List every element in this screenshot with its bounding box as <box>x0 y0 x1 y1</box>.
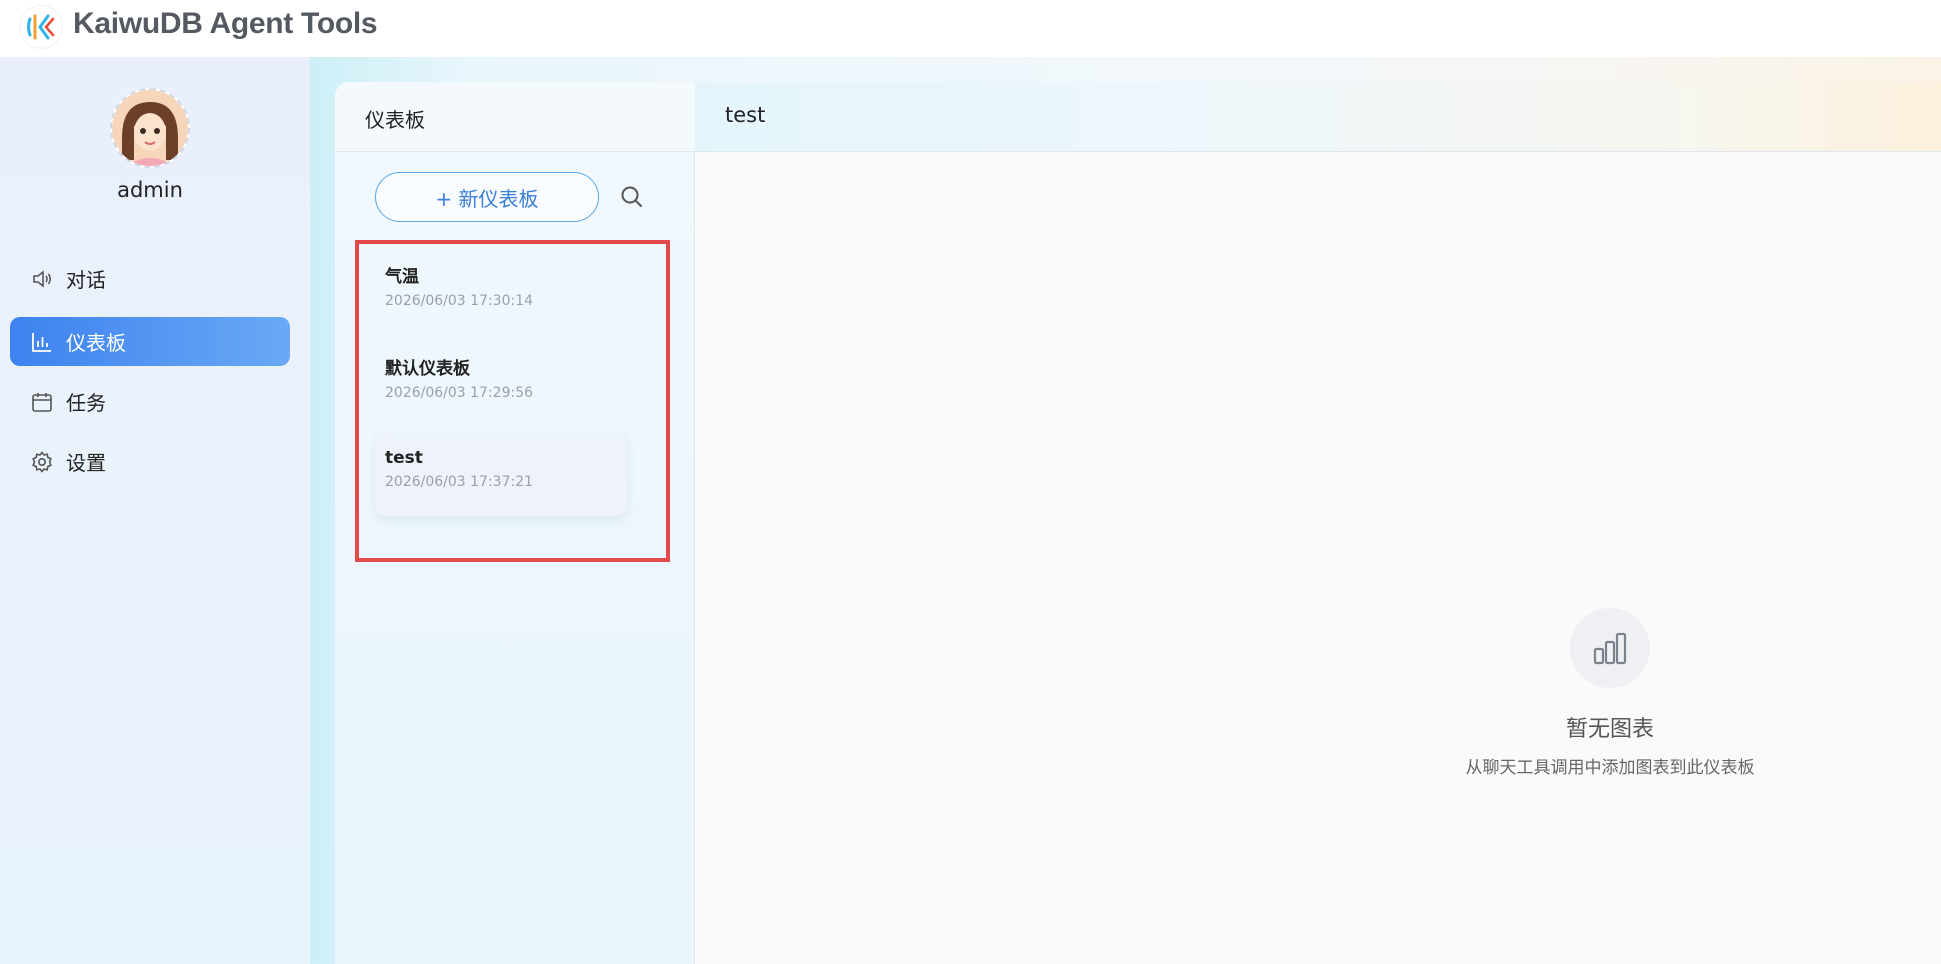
dashboard-name: 默认仪表板 <box>385 359 470 379</box>
dashboard-list-item[interactable]: 气温 2026/06/03 17:30:14 <box>375 248 627 330</box>
avatar[interactable] <box>110 88 190 168</box>
dashboard-list-title: 仪表板 <box>365 108 425 132</box>
sidebar-item-label: 对话 <box>66 268 106 292</box>
top-bar: KaiwuDB Agent Tools <box>0 0 1941 57</box>
dashboard-title: test <box>725 103 766 127</box>
dashboard-time: 2026/06/03 17:29:56 <box>385 385 534 401</box>
sidebar-item-label: 设置 <box>66 451 106 475</box>
bar-chart-icon <box>30 330 54 354</box>
dashboard-list-panel: 仪表板 + 新仪表板 气温 2026/06/03 17:30:14 默认仪表板 … <box>335 82 695 964</box>
sidebar-item-chat[interactable]: 对话 <box>10 254 290 303</box>
gear-icon <box>30 450 54 474</box>
sidebar-item-tasks[interactable]: 任务 <box>10 377 290 426</box>
speaker-icon <box>30 267 54 291</box>
search-icon[interactable] <box>618 183 646 211</box>
empty-state-subtitle: 从聊天工具调用中添加图表到此仪表板 <box>1465 758 1755 778</box>
username: admin <box>117 178 183 202</box>
dashboard-name: test <box>385 448 423 468</box>
dashboard-name: 气温 <box>385 267 419 287</box>
dashboard-list-item-selected[interactable]: test 2026/06/03 17:37:21 <box>375 434 627 516</box>
app-title: KaiwuDB Agent Tools <box>73 7 378 40</box>
sidebar: admin 对话 仪表板 任务 设置 <box>0 57 310 964</box>
kaiwudb-logo-icon <box>20 6 62 48</box>
new-dashboard-button[interactable]: + 新仪表板 <box>375 172 599 222</box>
sidebar-item-settings[interactable]: 设置 <box>10 437 290 486</box>
dashboard-time: 2026/06/03 17:37:21 <box>385 474 534 490</box>
empty-state-title: 暂无图表 <box>1565 717 1654 742</box>
dashboard-list-item[interactable]: 默认仪表板 2026/06/03 17:29:56 <box>375 340 627 422</box>
dashboard-content-panel: test <box>695 82 1941 964</box>
dashboard-list-header: 仪表板 <box>335 82 695 152</box>
sidebar-item-label: 仪表板 <box>66 331 126 355</box>
content-header: test <box>695 82 1941 152</box>
calendar-icon <box>30 390 54 414</box>
empty-chart-icon <box>1570 608 1650 688</box>
sidebar-item-label: 任务 <box>66 391 106 415</box>
dashboard-time: 2026/06/03 17:30:14 <box>385 293 534 309</box>
sidebar-item-dashboard[interactable]: 仪表板 <box>10 317 290 366</box>
